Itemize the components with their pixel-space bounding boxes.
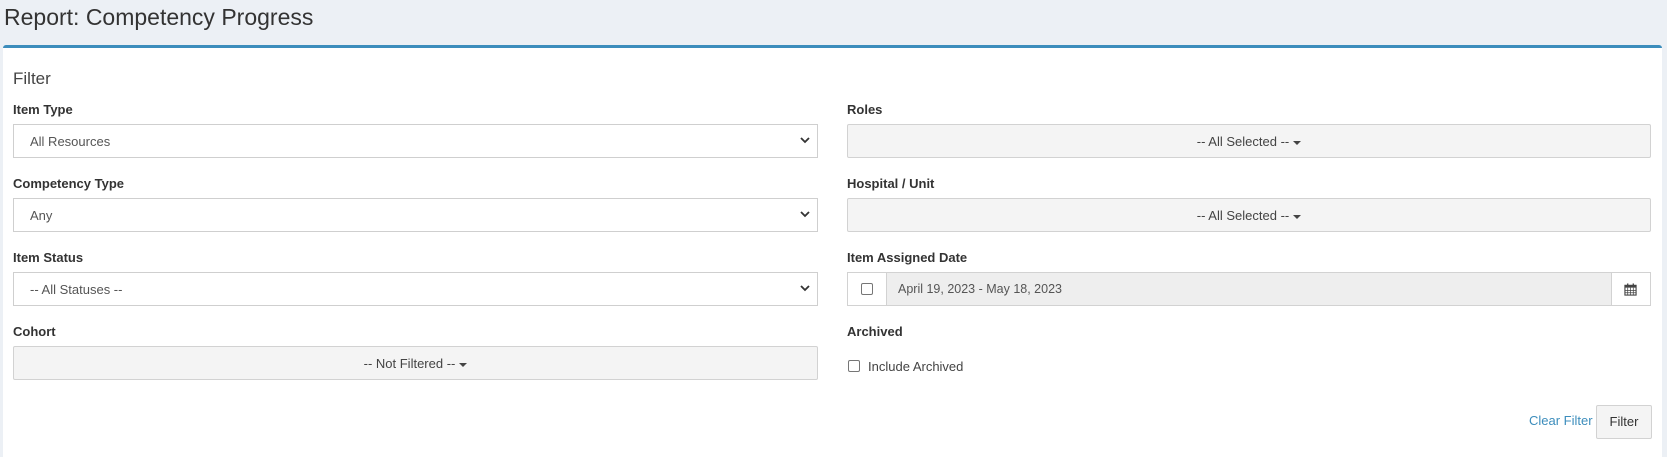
cohort-label: Cohort: [13, 324, 56, 339]
filter-button[interactable]: Filter: [1596, 405, 1652, 439]
item-type-select[interactable]: All Resources: [13, 124, 818, 158]
page-title: Report: Competency Progress: [4, 4, 314, 30]
filter-panel: Filter: [3, 45, 1662, 457]
include-archived-label[interactable]: Include Archived: [868, 359, 963, 374]
hospital-unit-value: -- All Selected --: [1196, 208, 1290, 223]
item-assigned-date-group: April 19, 2023 - May 18, 2023: [847, 272, 1651, 306]
item-assigned-date-label: Item Assigned Date: [847, 250, 968, 265]
roles-label: Roles: [847, 102, 883, 117]
item-status-select[interactable]: -- All Statuses --: [13, 272, 818, 306]
calendar-button[interactable]: [1611, 273, 1650, 305]
item-type-label: Item Type: [13, 102, 73, 117]
competency-type-value: Any: [30, 208, 53, 223]
competency-type-label: Competency Type: [13, 176, 125, 191]
cohort-value: -- Not Filtered --: [363, 356, 456, 371]
cohort-multiselect[interactable]: -- Not Filtered --: [13, 346, 818, 380]
roles-multiselect[interactable]: -- All Selected --: [847, 124, 1651, 158]
hospital-unit-label: Hospital / Unit: [847, 176, 935, 191]
chevron-down-icon: [800, 285, 810, 292]
date-range-input[interactable]: April 19, 2023 - May 18, 2023: [898, 282, 1062, 296]
chevron-down-icon: [800, 137, 810, 144]
include-archived-checkbox[interactable]: [848, 360, 860, 372]
date-enable-checkbox[interactable]: [861, 283, 873, 295]
hospital-unit-multiselect[interactable]: -- All Selected --: [847, 198, 1651, 232]
roles-value: -- All Selected --: [1196, 134, 1290, 149]
calendar-icon: [1624, 283, 1637, 296]
chevron-down-icon: [800, 211, 810, 218]
item-status-value: -- All Statuses --: [30, 282, 123, 297]
competency-type-select[interactable]: Any: [13, 198, 818, 232]
archived-label: Archived: [847, 324, 903, 339]
date-enable-addon: [848, 273, 887, 305]
item-type-value: All Resources: [30, 134, 111, 149]
filter-heading: Filter: [13, 69, 51, 88]
caret-down-icon: [459, 362, 468, 367]
item-status-label: Item Status: [13, 250, 84, 265]
clear-filter-link[interactable]: Clear Filter: [1529, 413, 1593, 428]
caret-down-icon: [1293, 214, 1302, 219]
caret-down-icon: [1293, 140, 1302, 145]
